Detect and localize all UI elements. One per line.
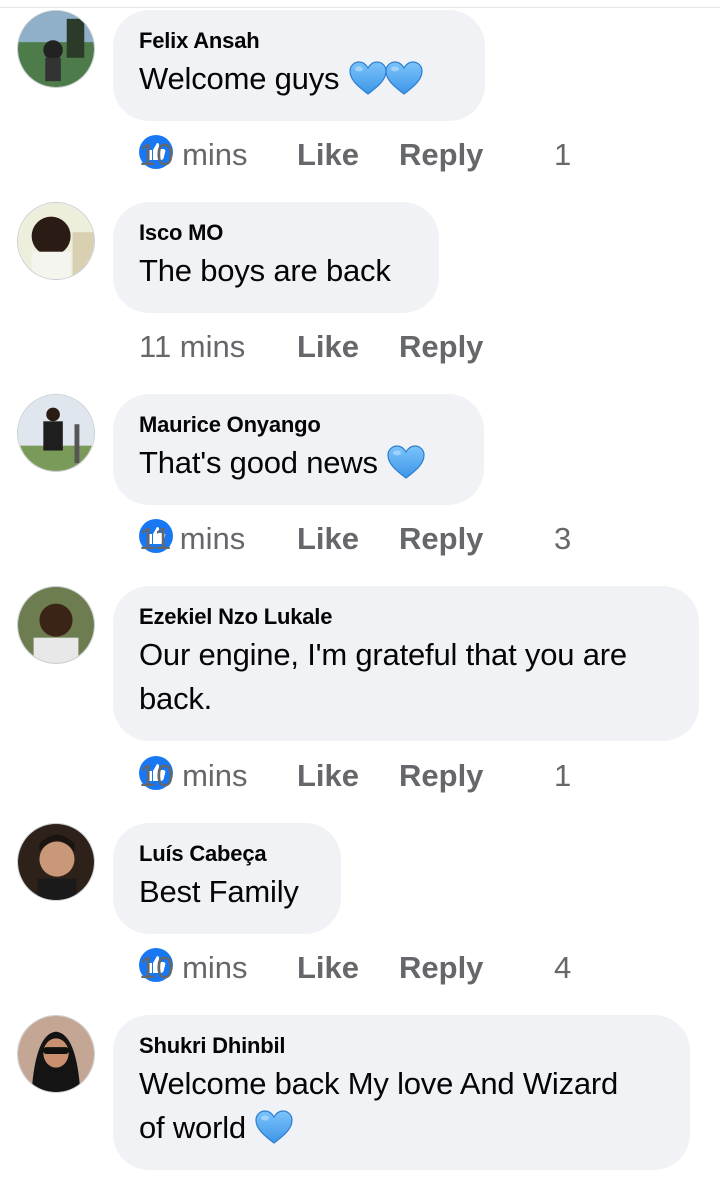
avatar[interactable] <box>17 202 95 280</box>
blue-heart-icon <box>384 60 424 96</box>
avatar[interactable] <box>17 586 95 664</box>
comment-bubble: Luís Cabeça Best Family <box>113 823 341 934</box>
comment-text: Best Family <box>139 874 299 909</box>
reaction-count[interactable]: 3 <box>554 519 571 559</box>
comment-actions: 11 mins Like Reply 3 <box>139 519 571 559</box>
reply-button[interactable]: Reply <box>399 948 483 988</box>
avatar[interactable] <box>17 823 95 901</box>
like-button[interactable]: Like <box>297 135 359 175</box>
comment-author[interactable]: Luís Cabeça <box>139 840 315 868</box>
comment-author[interactable]: Ezekiel Nzo Lukale <box>139 603 673 631</box>
like-button[interactable]: Like <box>297 756 359 796</box>
comment-author[interactable]: Isco MO <box>139 219 413 247</box>
reaction-count[interactable]: 1 <box>554 756 571 796</box>
top-divider <box>0 7 720 8</box>
reply-button[interactable]: Reply <box>399 756 483 796</box>
comment-actions: 10 mins Like Reply 1 <box>139 135 571 175</box>
comment-actions: 10 mins Like Reply 1 <box>139 756 571 796</box>
comment-text: The boys are back <box>139 253 391 288</box>
comment-text: That's good news <box>139 441 458 485</box>
avatar[interactable] <box>17 394 95 472</box>
reply-button[interactable]: Reply <box>399 519 483 559</box>
reaction-count[interactable]: 1 <box>554 135 571 175</box>
blue-heart-icon <box>348 60 388 96</box>
like-button[interactable]: Like <box>297 327 359 367</box>
like-button[interactable]: Like <box>297 948 359 988</box>
comment-timestamp[interactable]: 11 mins <box>139 327 245 367</box>
comment-timestamp[interactable]: 10 mins <box>139 135 248 175</box>
blue-heart-icon <box>386 444 426 480</box>
comment-bubble: Isco MO The boys are back <box>113 202 439 313</box>
comment-text: Welcome back My love And Wizard of world <box>139 1066 619 1145</box>
comment-bubble: Felix Ansah Welcome guys <box>113 10 485 121</box>
reply-button[interactable]: Reply <box>399 327 483 367</box>
like-button[interactable]: Like <box>297 519 359 559</box>
comment-bubble: Ezekiel Nzo Lukale Our engine, I'm grate… <box>113 586 699 741</box>
comment-author[interactable]: Felix Ansah <box>139 27 459 55</box>
comment-actions: 10 mins Like Reply 4 <box>139 948 571 988</box>
reaction-count[interactable]: 4 <box>554 948 571 988</box>
comment-timestamp[interactable]: 10 mins <box>139 948 248 988</box>
comment-timestamp[interactable]: 10 mins <box>139 756 248 796</box>
avatar[interactable] <box>17 10 95 88</box>
reply-button[interactable]: Reply <box>399 135 483 175</box>
comment-bubble: Maurice Onyango That's good news <box>113 394 484 505</box>
comment-author[interactable]: Maurice Onyango <box>139 411 458 439</box>
blue-heart-icon <box>254 1109 294 1145</box>
comment-bubble: Shukri Dhinbil Welcome back My love And … <box>113 1015 690 1170</box>
comment-text: Welcome guys <box>139 57 459 101</box>
comment-text: Our engine, I'm grateful that you are bac… <box>139 637 627 716</box>
comment-author[interactable]: Shukri Dhinbil <box>139 1032 664 1060</box>
avatar[interactable] <box>17 1015 95 1093</box>
comment-timestamp[interactable]: 11 mins <box>139 519 245 559</box>
